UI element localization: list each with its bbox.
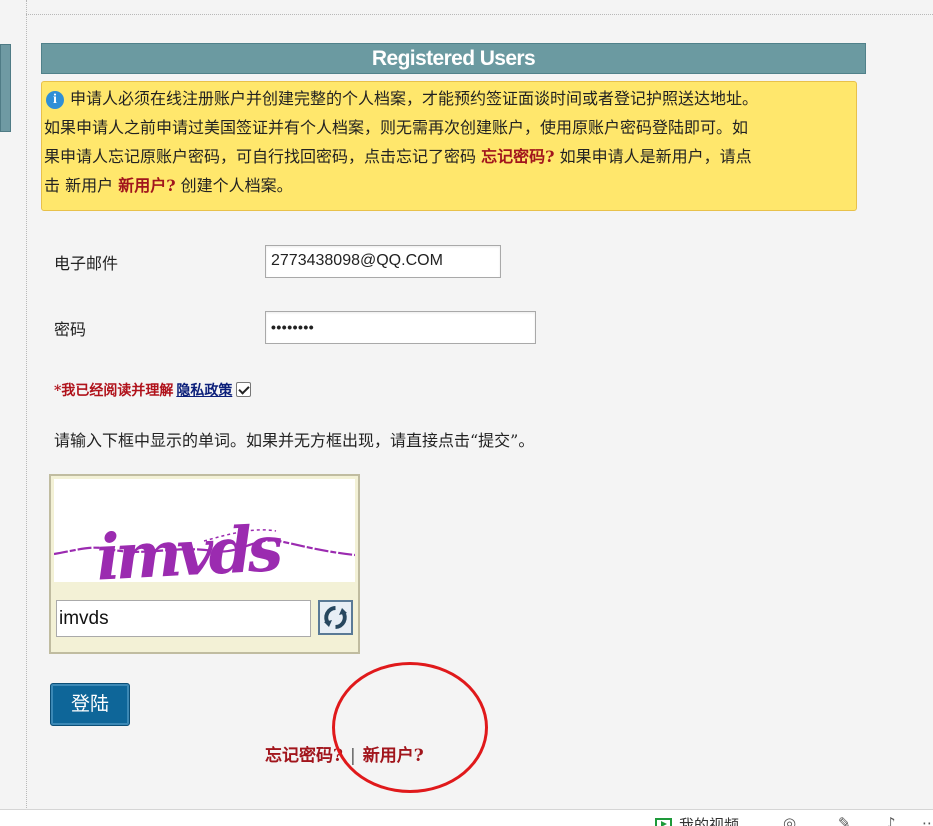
info-notice: i 申请人必须在线注册账户并创建完整的个人档案，才能预约签证面谈时间或者登记护照送…: [41, 81, 857, 211]
captcha-panel: imvds imvds: [49, 474, 360, 654]
email-field[interactable]: 2773438098@QQ.COM: [265, 245, 501, 278]
captcha-refresh-button[interactable]: [318, 600, 353, 635]
notice-line: 果申请人忘记原账户密码，可自行找回密码，点击忘记了密码 忘记密码? 如果申请人是…: [42, 142, 847, 171]
captcha-input[interactable]: imvds: [56, 600, 311, 637]
tray-network-icon[interactable]: ◎: [783, 814, 796, 826]
refresh-icon: [324, 606, 347, 629]
notice-new-user-link[interactable]: 新用户?: [118, 176, 175, 195]
notice-text: 如果申请人之前申请过美国签证并有个人档案，则无需再次创建账户，使用原账户密码登陆…: [44, 118, 749, 137]
captcha-image: imvds: [53, 479, 356, 595]
taskbar-video-item[interactable]: 我的视频: [655, 814, 739, 826]
notice-line: 如果申请人之前申请过美国签证并有个人档案，则无需再次创建账户，使用原账户密码登陆…: [42, 113, 847, 142]
tray-sound-icon[interactable]: ♪: [886, 814, 896, 826]
notice-text: 申请人必须在线注册账户并创建完整的个人档案，才能预约签证面谈时间或者登记护照送达…: [70, 89, 759, 108]
password-label: 密码: [54, 320, 87, 339]
info-icon: i: [46, 91, 64, 109]
taskbar-video-label: 我的视频: [679, 816, 740, 826]
captcha-word: imvds: [94, 511, 284, 582]
link-separator: |: [349, 746, 356, 766]
page-title: Registered Users: [41, 43, 866, 74]
dotted-divider-left: [26, 0, 27, 810]
email-label: 电子邮件: [54, 254, 119, 273]
notice-line: 击 新用户 新用户? 创建个人档案。: [42, 171, 847, 200]
notice-text: 击 新用户: [44, 176, 119, 195]
agree-checkbox[interactable]: [236, 382, 252, 397]
left-sidebar-edge: [0, 44, 11, 132]
taskbar: 我的视频 ◎ ✎ ♪ ⋯: [0, 809, 933, 826]
captcha-image-graphic: imvds: [53, 511, 356, 595]
notice-text: 创建个人档案。: [175, 176, 293, 195]
password-field[interactable]: ••••••••: [265, 311, 536, 344]
forgot-password-link[interactable]: 忘记密码?: [265, 746, 343, 766]
new-user-link[interactable]: 新用户?: [363, 746, 424, 766]
agree-text: *我已经阅读并理解: [54, 383, 174, 399]
red-annotation-circle: [332, 662, 488, 793]
video-icon: [655, 818, 672, 826]
page: Registered Users i 申请人必须在线注册账户并创建完整的个人档案，…: [0, 0, 933, 826]
bottom-links: 忘记密码? | 新用户?: [265, 741, 424, 766]
login-button[interactable]: 登陆: [50, 683, 130, 726]
notice-forgot-password-link[interactable]: 忘记密码?: [481, 147, 554, 166]
dotted-divider-top: [26, 14, 933, 15]
captcha-instruction: 请输入下框中显示的单词。如果并无方框出现，请直接点击“提交”。: [54, 431, 535, 450]
notice-text: 如果申请人是新用户，请点: [554, 147, 752, 166]
tray-more-icon[interactable]: ⋯: [922, 814, 933, 826]
privacy-agree-row: *我已经阅读并理解 隐私政策: [54, 380, 252, 400]
notice-text: 果申请人忘记原账户密码，可自行找回密码，点击忘记了密码: [44, 147, 482, 166]
privacy-policy-link[interactable]: 隐私政策: [176, 383, 232, 399]
notice-line: i 申请人必须在线注册账户并创建完整的个人档案，才能预约签证面谈时间或者登记护照送…: [42, 84, 847, 113]
tray-pen-icon[interactable]: ✎: [838, 814, 851, 826]
